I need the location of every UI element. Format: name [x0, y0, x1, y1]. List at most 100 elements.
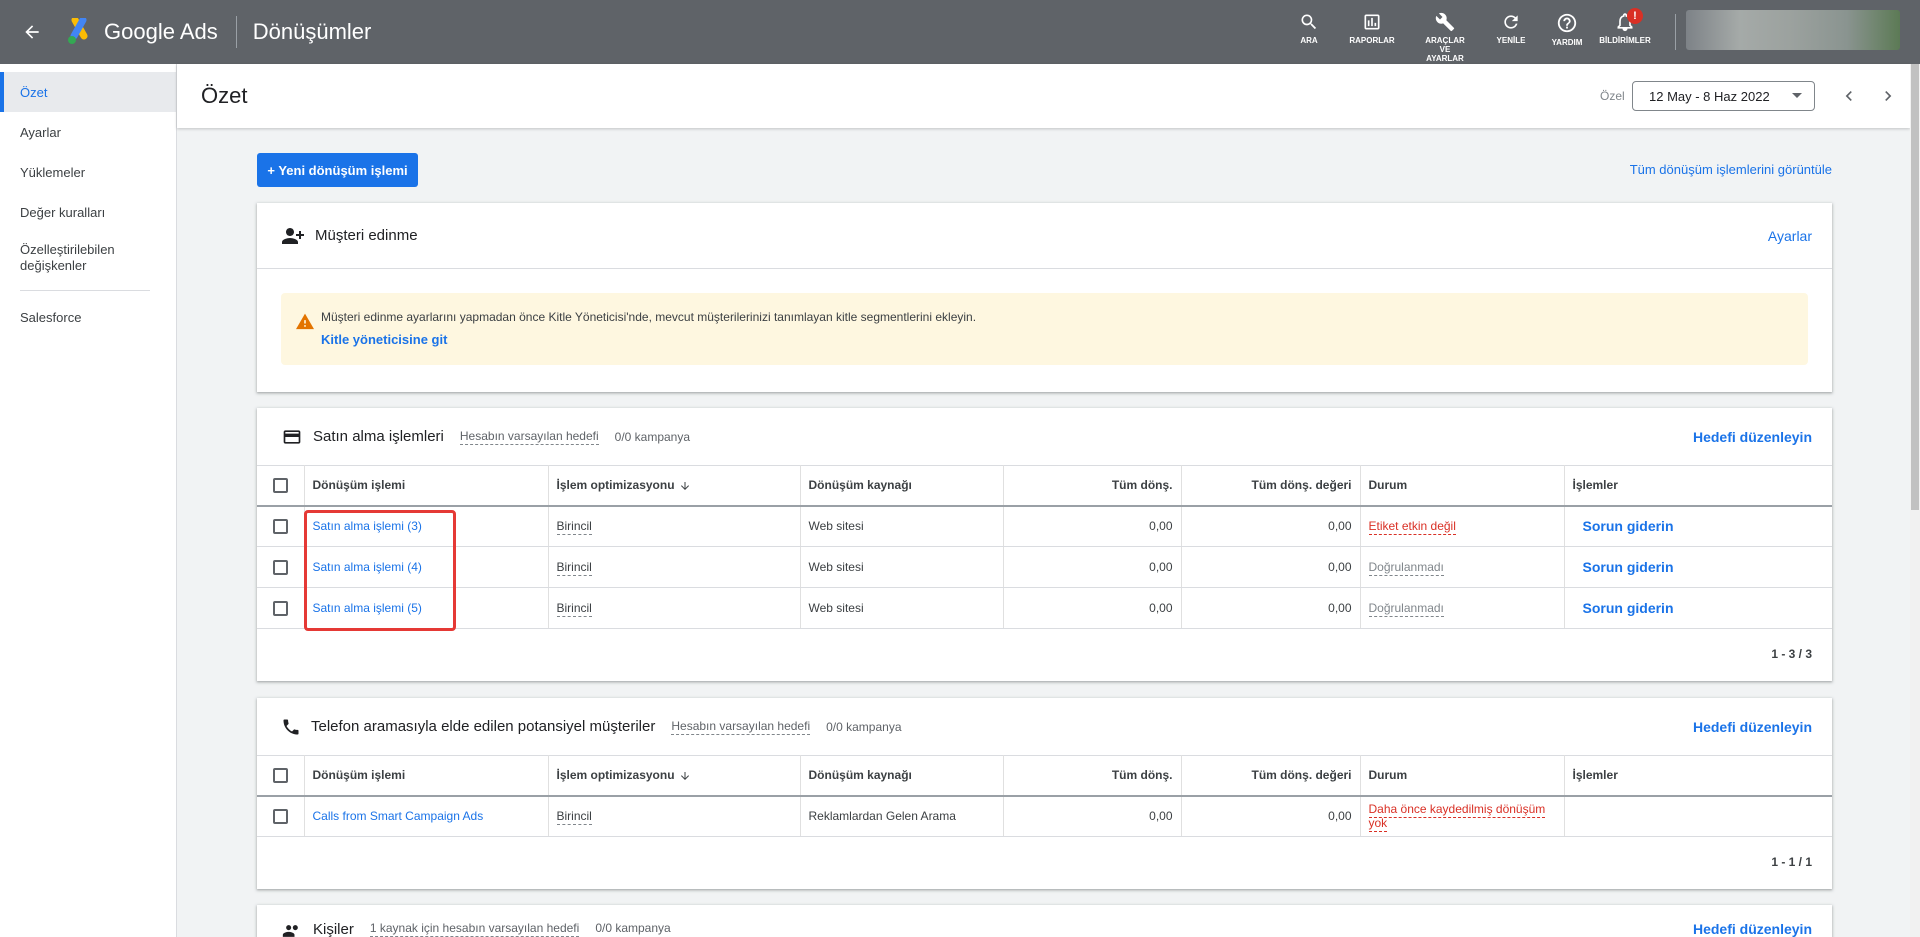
optimization-value[interactable]: Birincil [556, 519, 592, 536]
row-checkbox[interactable] [272, 808, 288, 824]
source-cell: Web sitesi [800, 546, 1004, 588]
column-actions: İşlemler [1564, 755, 1832, 797]
column-conversion-action[interactable]: Dönüşüm işlemi [304, 465, 549, 507]
table-row: Satın alma işlemi (5) Birincil Web sites… [257, 587, 1832, 629]
select-all-cell [257, 465, 305, 507]
column-source[interactable]: Dönüşüm kaynağı [800, 465, 1004, 507]
conversion-name-link[interactable]: Satın alma işlemi (3) [313, 519, 422, 533]
scrollbar-thumb[interactable] [1911, 64, 1919, 510]
row-checkbox[interactable] [272, 559, 288, 575]
refresh-icon [1504, 15, 1518, 29]
troubleshoot-link[interactable]: Sorun giderin [1573, 559, 1674, 575]
optimization-value[interactable]: Birincil [556, 809, 592, 826]
title-divider [235, 16, 237, 48]
status-value[interactable]: Doğrulanmadı [1368, 560, 1444, 576]
status-value[interactable]: Daha önce kaydedilmiş dönüşüm yok [1368, 802, 1546, 833]
search-icon [1301, 14, 1317, 30]
date-range-picker[interactable]: 12 May - 8 Haz 2022 [1632, 81, 1815, 111]
credit-card-icon [283, 429, 301, 444]
google-ads-logo-icon [68, 18, 88, 44]
audience-warning-banner: Müşteri edinme ayarlarını yapmadan önce … [281, 293, 1808, 365]
phone-icon [283, 719, 299, 734]
purchase-edit-goal-link[interactable]: Hedefi düzenleyin [1693, 429, 1812, 445]
column-status[interactable]: Durum [1360, 755, 1565, 797]
column-all-conversion-value[interactable]: Tüm dönş. değeri [1181, 755, 1361, 797]
column-optimization[interactable]: İşlem optimizasyonu [548, 755, 801, 797]
reports-icon [1364, 14, 1380, 30]
conversion-name-link[interactable]: Satın alma işlemi (4) [313, 560, 422, 574]
actions-cell: Sorun giderin [1564, 505, 1832, 547]
row-checkbox[interactable] [272, 518, 288, 534]
status-value[interactable]: Doğrulanmadı [1368, 601, 1444, 617]
sidebar-item-settings[interactable]: Ayarlar [0, 112, 176, 152]
conversion-name-link[interactable]: Calls from Smart Campaign Ads [313, 809, 484, 823]
customer-acquisition-settings-link[interactable]: Ayarlar [1768, 228, 1812, 244]
conversion-name-cell: Calls from Smart Campaign Ads [304, 795, 549, 837]
conversion-name-link[interactable]: Satın alma işlemi (5) [313, 601, 422, 615]
date-range-label: Özel [1600, 89, 1625, 103]
table-row: Satın alma işlemi (3) Birincil Web sites… [257, 505, 1832, 547]
phone-leads-card: Telefon aramasıyla elde edilen potansiye… [257, 698, 1832, 889]
google-ads-logo[interactable]: Google Ads [64, 18, 218, 46]
contacts-card: Kişiler 1 kaynak için hesabın varsayılan… [257, 905, 1832, 937]
purchase-card: Satın alma işlemleri Hesabın varsayılan … [257, 408, 1832, 681]
select-all-checkbox[interactable] [272, 477, 288, 493]
contacts-edit-goal-link[interactable]: Hedefi düzenleyin [1693, 921, 1812, 937]
new-conversion-action-button[interactable]: + Yeni dönüşüm işlemi [257, 153, 418, 187]
column-all-conversions[interactable]: Tüm dönş. [1003, 755, 1182, 797]
status-value[interactable]: Etiket etkin değil [1368, 519, 1456, 536]
contacts-card-header: Kişiler 1 kaynak için hesabın varsayılan… [257, 905, 1832, 937]
tools-settings-button[interactable]: ARAÇLAR VE AYARLAR [1409, 12, 1481, 63]
people-icon [282, 925, 298, 937]
row-checkbox[interactable] [272, 600, 288, 616]
next-period-button[interactable] [1872, 80, 1904, 112]
column-conversion-action[interactable]: Dönüşüm işlemi [304, 755, 549, 797]
table-row: Satın alma işlemi (4) Birincil Web sites… [257, 546, 1832, 588]
audience-warning-message: Müşteri edinme ayarlarını yapmadan önce … [321, 310, 977, 324]
purchase-goal-label[interactable]: Hesabın varsayılan hedefi [459, 429, 599, 445]
phone-edit-goal-link[interactable]: Hedefi düzenleyin [1693, 719, 1812, 735]
status-cell: Doğrulanmadı [1360, 587, 1565, 629]
optimization-cell: Birincil [548, 795, 801, 837]
sort-arrow-down-icon [680, 772, 689, 781]
optimization-value[interactable]: Birincil [556, 560, 592, 576]
column-source[interactable]: Dönüşüm kaynağı [800, 755, 1004, 797]
sidebar-item-uploads[interactable]: Yüklemeler [0, 152, 176, 192]
notifications-tool-label: BİLDİRİMLER [1599, 36, 1651, 45]
column-all-conversions[interactable]: Tüm dönş. [1003, 465, 1182, 507]
phone-goal-label[interactable]: Hesabın varsayılan hedefi [671, 719, 811, 735]
contacts-goal-label[interactable]: 1 kaynak için hesabın varsayılan hedefi [369, 921, 580, 937]
column-status[interactable]: Durum [1360, 465, 1565, 507]
sidebar-item-value-rules[interactable]: Değer kuralları [0, 192, 176, 232]
sidebar-item-salesforce[interactable]: Salesforce [0, 297, 176, 337]
back-button[interactable] [0, 0, 64, 64]
top-bar: Google Ads Dönüşümler ARA RAPORLAR ARAÇL… [0, 0, 1920, 64]
all-conversion-value-cell: 0,00 [1181, 546, 1361, 588]
search-tool-button[interactable]: ARA [1273, 12, 1345, 45]
source-cell: Web sitesi [800, 505, 1004, 547]
audience-manager-link[interactable]: Kitle yöneticisine git [321, 332, 447, 347]
troubleshoot-link[interactable]: Sorun giderin [1573, 518, 1674, 534]
select-all-checkbox[interactable] [272, 767, 288, 783]
row-select-cell [257, 546, 305, 588]
previous-period-button[interactable] [1833, 80, 1865, 112]
wrench-icon [1435, 12, 1455, 32]
notification-badge: ! [1627, 8, 1643, 24]
search-tool-label: ARA [1300, 36, 1318, 45]
optimization-cell: Birincil [548, 546, 801, 588]
row-select-cell [257, 587, 305, 629]
notifications-tool-button[interactable]: ! BİLDİRİMLER [1589, 8, 1661, 45]
table-header-row: Dönüşüm işlemi İşlem optimizasyonu Dönüş… [257, 465, 1832, 507]
optimization-value[interactable]: Birincil [556, 601, 592, 617]
reports-tool-button[interactable]: RAPORLAR [1336, 12, 1408, 45]
account-switcher[interactable] [1686, 10, 1900, 50]
view-all-conversions-link[interactable]: Tüm dönüşüm işlemlerini görüntüle [1630, 162, 1832, 177]
troubleshoot-link[interactable]: Sorun giderin [1573, 600, 1674, 616]
column-all-conversion-value[interactable]: Tüm dönş. değeri [1181, 465, 1361, 507]
source-cell: Reklamlardan Gelen Arama [800, 795, 1004, 837]
sidebar-item-custom-variables[interactable]: Özelleştirilebilen değişkenler [0, 232, 140, 284]
purchase-card-title: Satın alma işlemleri [313, 428, 444, 445]
column-optimization[interactable]: İşlem optimizasyonu [548, 465, 801, 507]
sidebar-item-summary[interactable]: Özet [0, 72, 176, 112]
phone-campaign-count: 0/0 kampanya [826, 719, 902, 734]
